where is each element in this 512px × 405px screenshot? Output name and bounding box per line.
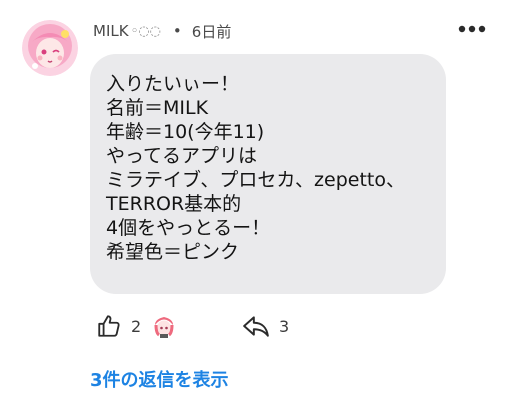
more-options-button[interactable] bbox=[454, 18, 490, 40]
comment-line: TERROR基本的 bbox=[106, 193, 242, 215]
like-button[interactable]: 2 bbox=[96, 313, 141, 339]
meta-separator: • bbox=[172, 22, 182, 40]
comment-line: 名前＝MILK bbox=[106, 97, 209, 119]
liker-avatar-image bbox=[151, 313, 178, 339]
more-horizontal-icon bbox=[458, 25, 486, 33]
avatar[interactable] bbox=[22, 20, 78, 76]
author-name[interactable]: MILK bbox=[93, 22, 129, 40]
reply-button[interactable]: 3 bbox=[242, 312, 289, 340]
reply-arrow-icon bbox=[243, 316, 269, 337]
avatar-image bbox=[22, 20, 78, 76]
reply-count: 3 bbox=[279, 316, 290, 336]
comment-line: 入りたいぃー！ bbox=[106, 73, 240, 95]
comment-line: 希望色＝ピンク bbox=[106, 241, 240, 263]
comment-line: ミラテイブ、プロセカ、zepetto、 bbox=[106, 169, 405, 191]
liker-avatar[interactable] bbox=[151, 313, 178, 339]
comment-line: 年齢＝10(今年11) bbox=[106, 121, 265, 143]
comment-line: 4個をやっとるー！ bbox=[106, 217, 271, 239]
comment-actions: 2 3 bbox=[96, 312, 289, 340]
author-decoration: ◦◌◌ bbox=[130, 23, 161, 39]
comment-meta: MILK ◦◌◌ • 6日前 bbox=[93, 20, 231, 42]
timestamp: 6日前 bbox=[191, 22, 232, 41]
thumbs-up-icon bbox=[98, 315, 120, 337]
like-count: 2 bbox=[131, 316, 142, 336]
view-replies-link[interactable]: 3件の返信を表示 bbox=[90, 366, 229, 392]
comment-bubble: 入りたいぃー！ 名前＝MILK 年齢＝10(今年11) やってるアプリは ミラテ… bbox=[90, 54, 446, 294]
comment-line: やってるアプリは bbox=[106, 145, 258, 167]
comment: MILK ◦◌◌ • 6日前 入りたいぃー！ 名前＝MILK 年齢＝10(今年1… bbox=[0, 0, 512, 405]
